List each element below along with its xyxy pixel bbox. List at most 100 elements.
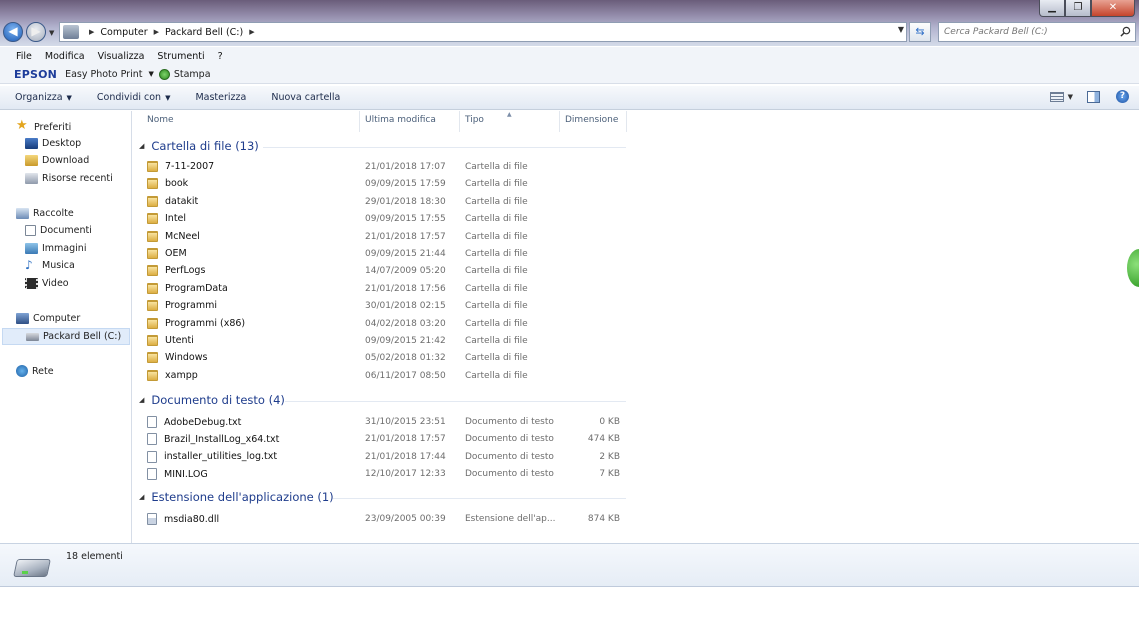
column-header-size[interactable]: Dimensione — [559, 111, 626, 132]
share-button[interactable]: Condividi con ▼ — [97, 92, 171, 103]
file-modified: 31/10/2015 23:51 — [365, 417, 446, 427]
file-row[interactable]: datakit 29/01/2018 18:30 Cartella di file — [147, 194, 627, 211]
file-row[interactable]: xampp 06/11/2017 08:50 Cartella di file — [147, 368, 627, 385]
maximize-button[interactable]: ❐ — [1065, 0, 1091, 17]
text-file-icon — [147, 450, 157, 463]
file-type: Cartella di file — [465, 301, 528, 312]
file-row[interactable]: PerfLogs 14/07/2009 05:20 Cartella di file — [147, 263, 627, 280]
file-row[interactable]: Programmi (x86) 04/02/2018 03:20 Cartella … — [147, 316, 627, 333]
group-title: Cartella di file (13) — [151, 139, 259, 153]
nav-computer[interactable]: Computer — [16, 313, 80, 324]
nav-network[interactable]: Rete — [16, 365, 54, 377]
chevron-right-icon[interactable]: ▶ — [89, 28, 94, 36]
file-name: datakit — [165, 195, 199, 207]
file-name-cell: 7-11-2007 — [147, 161, 214, 172]
chevron-down-icon[interactable]: ▼ — [148, 70, 153, 78]
forward-button[interactable]: ▶ — [26, 22, 46, 42]
column-header-name[interactable]: Nome — [141, 111, 359, 132]
easy-photo-print-button[interactable]: Easy Photo Print — [65, 69, 142, 80]
preview-pane-icon[interactable] — [1087, 90, 1100, 103]
burn-button[interactable]: Masterizza — [195, 92, 246, 103]
search-box[interactable] — [938, 22, 1136, 42]
file-modified: 09/09/2015 21:42 — [365, 336, 446, 346]
back-button[interactable]: ◀ — [3, 22, 23, 42]
menu-file[interactable]: File — [16, 51, 32, 62]
file-row[interactable]: Utenti 09/09/2015 21:42 Cartella di file — [147, 333, 627, 350]
breadcrumb-computer[interactable]: Computer — [100, 27, 147, 38]
file-name-cell: AdobeDebug.txt — [147, 416, 241, 428]
group-header[interactable]: ◢ Cartella di file (13) — [139, 139, 259, 153]
file-name-cell: McNeel — [147, 230, 200, 242]
column-header-modified[interactable]: Ultima modifica — [359, 111, 459, 132]
file-row[interactable]: Windows 05/02/2018 01:32 Cartella di file — [147, 350, 627, 367]
group-title: Documento di testo (4) — [151, 393, 285, 407]
file-row[interactable]: AdobeDebug.txt 31/10/2015 23:51 Documento … — [147, 414, 627, 431]
group-title: Estensione dell'applicazione (1) — [151, 490, 334, 504]
menu-edit[interactable]: Modifica — [45, 51, 85, 62]
chevron-right-icon[interactable]: ▶ — [249, 28, 254, 36]
file-name: MINI.LOG — [164, 468, 208, 480]
address-bar[interactable]: ▶ Computer ▶ Packard Bell (C:) ▶ ▼ — [59, 22, 907, 42]
group-header[interactable]: ◢ Documento di testo (4) — [139, 393, 285, 407]
nav-item-documents[interactable]: Documenti — [25, 225, 92, 236]
group-divider — [333, 498, 626, 499]
column-separator[interactable] — [626, 111, 627, 132]
file-row[interactable]: McNeel 21/01/2018 17:57 Cartella di file — [147, 229, 627, 246]
new-folder-button[interactable]: Nuova cartella — [271, 92, 340, 103]
chevron-right-icon[interactable]: ▶ — [154, 28, 159, 36]
nav-libraries[interactable]: Raccolte — [16, 208, 74, 219]
print-button[interactable]: Stampa — [174, 69, 211, 80]
nav-item-label: Video — [42, 278, 69, 289]
search-input[interactable] — [939, 23, 1109, 41]
file-row[interactable]: installer_utilities_log.txt 21/01/2018 17… — [147, 449, 627, 466]
minimize-button[interactable]: ▁ — [1039, 0, 1065, 17]
file-row[interactable]: book 09/09/2015 17:59 Cartella di file — [147, 176, 627, 193]
group-header[interactable]: ◢ Estensione dell'applicazione (1) — [139, 490, 334, 504]
nav-item-desktop[interactable]: Desktop — [25, 138, 81, 149]
collapse-group-icon[interactable]: ◢ — [139, 142, 144, 150]
file-row[interactable]: ProgramData 21/01/2018 17:56 Cartella di f… — [147, 281, 627, 298]
file-row[interactable]: 7-11-2007 21/01/2018 17:07 Cartella di fil… — [147, 159, 627, 176]
file-row[interactable]: Intel 09/09/2015 17:55 Cartella di file — [147, 211, 627, 228]
refresh-button[interactable]: ⇆ — [909, 22, 931, 42]
nav-item-video[interactable]: Video — [25, 278, 69, 289]
file-type: Cartella di file — [465, 336, 528, 346]
nav-item-download[interactable]: Download — [25, 155, 89, 166]
file-row[interactable]: OEM 09/09/2015 21:44 Cartella di file — [147, 246, 627, 263]
collapse-group-icon[interactable]: ◢ — [139, 493, 144, 501]
breadcrumb-drive[interactable]: Packard Bell (C:) — [165, 27, 243, 38]
group-divider — [285, 401, 626, 402]
folder-icon — [147, 352, 158, 364]
computer-location-icon — [63, 25, 79, 39]
file-name-cell: xampp — [147, 369, 198, 381]
network-icon — [16, 365, 28, 377]
menu-help[interactable]: ? — [218, 51, 223, 62]
nav-item-music[interactable]: ♪ Musica — [25, 259, 75, 271]
nav-item-recent[interactable]: Risorse recenti — [25, 173, 113, 184]
file-name: PerfLogs — [165, 265, 206, 277]
file-row[interactable]: Programmi 30/01/2018 02:15 Cartella di fil… — [147, 298, 627, 315]
file-row[interactable]: msdia80.dll 23/09/2005 00:39 Estensione de… — [147, 511, 627, 528]
file-type: Cartella di file — [465, 214, 528, 225]
recent-pages-dropdown[interactable]: ▼ — [49, 29, 54, 37]
nav-favorites[interactable]: ★ Preferiti — [16, 119, 72, 134]
nav-item-images[interactable]: Immagini — [25, 243, 86, 254]
close-button[interactable]: ✕ — [1091, 0, 1135, 17]
collapse-group-icon[interactable]: ◢ — [139, 396, 144, 404]
file-row[interactable]: Brazil_InstallLog_x64.txt 21/01/2018 17:5… — [147, 431, 627, 448]
nav-favorites-label: Preferiti — [34, 121, 72, 133]
back-arrow-icon: ◀ — [8, 24, 18, 38]
file-name: Brazil_InstallLog_x64.txt — [164, 433, 280, 445]
menu-view[interactable]: Visualizza — [98, 51, 145, 62]
file-type: Estensione dell'ap... — [465, 514, 556, 524]
change-view-icon[interactable] — [1049, 91, 1064, 102]
file-row[interactable]: MINI.LOG 12/10/2017 12:33 Documento di tes… — [147, 466, 627, 483]
chevron-down-icon[interactable]: ▼ — [1068, 93, 1073, 101]
help-icon[interactable]: ? — [1116, 90, 1129, 103]
menu-tools[interactable]: Strumenti — [157, 51, 204, 62]
address-dropdown-icon[interactable]: ▼ — [898, 25, 904, 34]
sort-ascending-icon: ▲ — [507, 111, 512, 118]
organize-button[interactable]: Organizza ▼ — [15, 92, 72, 103]
nav-item-drive-c[interactable]: Packard Bell (C:) — [2, 328, 130, 345]
search-icon[interactable] — [1120, 26, 1131, 37]
